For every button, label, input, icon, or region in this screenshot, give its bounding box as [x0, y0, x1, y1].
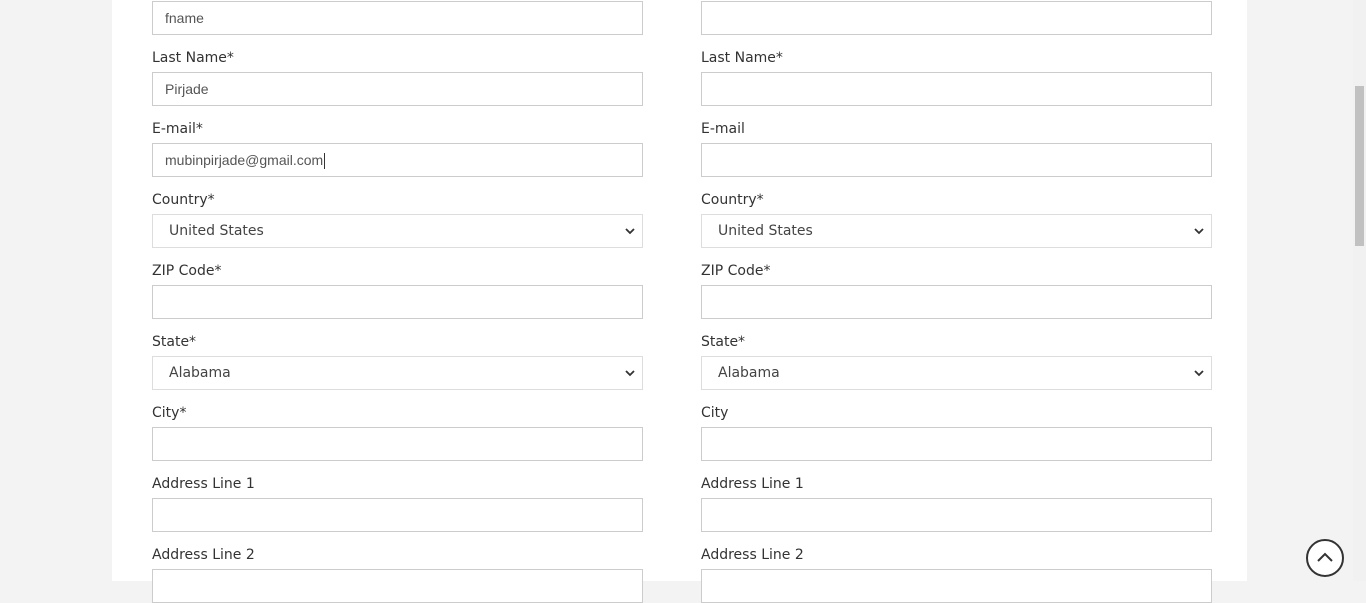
address2-input[interactable]: [152, 569, 643, 603]
address1-input[interactable]: [152, 498, 643, 532]
city-input[interactable]: [701, 427, 1212, 461]
address1-label: Address Line 1: [701, 476, 804, 492]
chevron-up-icon: [1317, 552, 1333, 562]
zip-input[interactable]: [152, 285, 643, 319]
last-name-label: Last Name*: [701, 50, 783, 66]
last-name-input[interactable]: Pirjade: [152, 72, 643, 106]
country-select[interactable]: United States: [152, 214, 643, 248]
email-input[interactable]: [701, 143, 1212, 177]
last-name-value: Pirjade: [165, 81, 209, 97]
address1-label: Address Line 1: [152, 476, 255, 492]
state-selected: Alabama: [169, 365, 231, 381]
city-label: City*: [152, 405, 187, 421]
email-label: E-mail*: [152, 121, 203, 137]
last-name-label: Last Name*: [152, 50, 234, 66]
country-selected: United States: [169, 223, 264, 239]
chevron-down-icon: [1194, 370, 1204, 377]
city-label: City: [701, 405, 729, 421]
chevron-down-icon: [1194, 228, 1204, 235]
country-selected: United States: [718, 223, 813, 239]
scrollbar-thumb[interactable]: [1355, 86, 1364, 246]
last-name-input[interactable]: [701, 72, 1212, 106]
first-name-input[interactable]: [701, 1, 1212, 35]
email-value: mubinpirjade@gmail.com: [165, 152, 324, 168]
zip-label: ZIP Code*: [152, 263, 222, 279]
state-label: State*: [701, 334, 746, 350]
country-select[interactable]: United States: [701, 214, 1212, 248]
scroll-to-top-button[interactable]: [1306, 539, 1344, 577]
chevron-down-icon: [625, 228, 635, 235]
form-container: fname Last Name* Pirjade E-mail* mubinpi…: [112, 0, 1247, 603]
address2-label: Address Line 2: [701, 547, 804, 563]
email-label: E-mail: [701, 121, 745, 137]
address2-input[interactable]: [701, 569, 1212, 603]
zip-label: ZIP Code*: [701, 263, 771, 279]
state-selected: Alabama: [718, 365, 780, 381]
chevron-down-icon: [625, 370, 635, 377]
first-name-input[interactable]: fname: [152, 1, 643, 35]
country-label: Country*: [701, 192, 764, 208]
first-name-value: fname: [165, 10, 204, 26]
zip-input[interactable]: [701, 285, 1212, 319]
text-caret: [324, 153, 326, 170]
page-scrollbar[interactable]: [1353, 0, 1366, 581]
city-input[interactable]: [152, 427, 643, 461]
state-select[interactable]: Alabama: [152, 356, 643, 390]
state-select[interactable]: Alabama: [701, 356, 1212, 390]
country-label: Country*: [152, 192, 215, 208]
address1-input[interactable]: [701, 498, 1212, 532]
email-input[interactable]: mubinpirjade@gmail.com: [152, 143, 643, 177]
state-label: State*: [152, 334, 197, 350]
address2-label: Address Line 2: [152, 547, 255, 563]
